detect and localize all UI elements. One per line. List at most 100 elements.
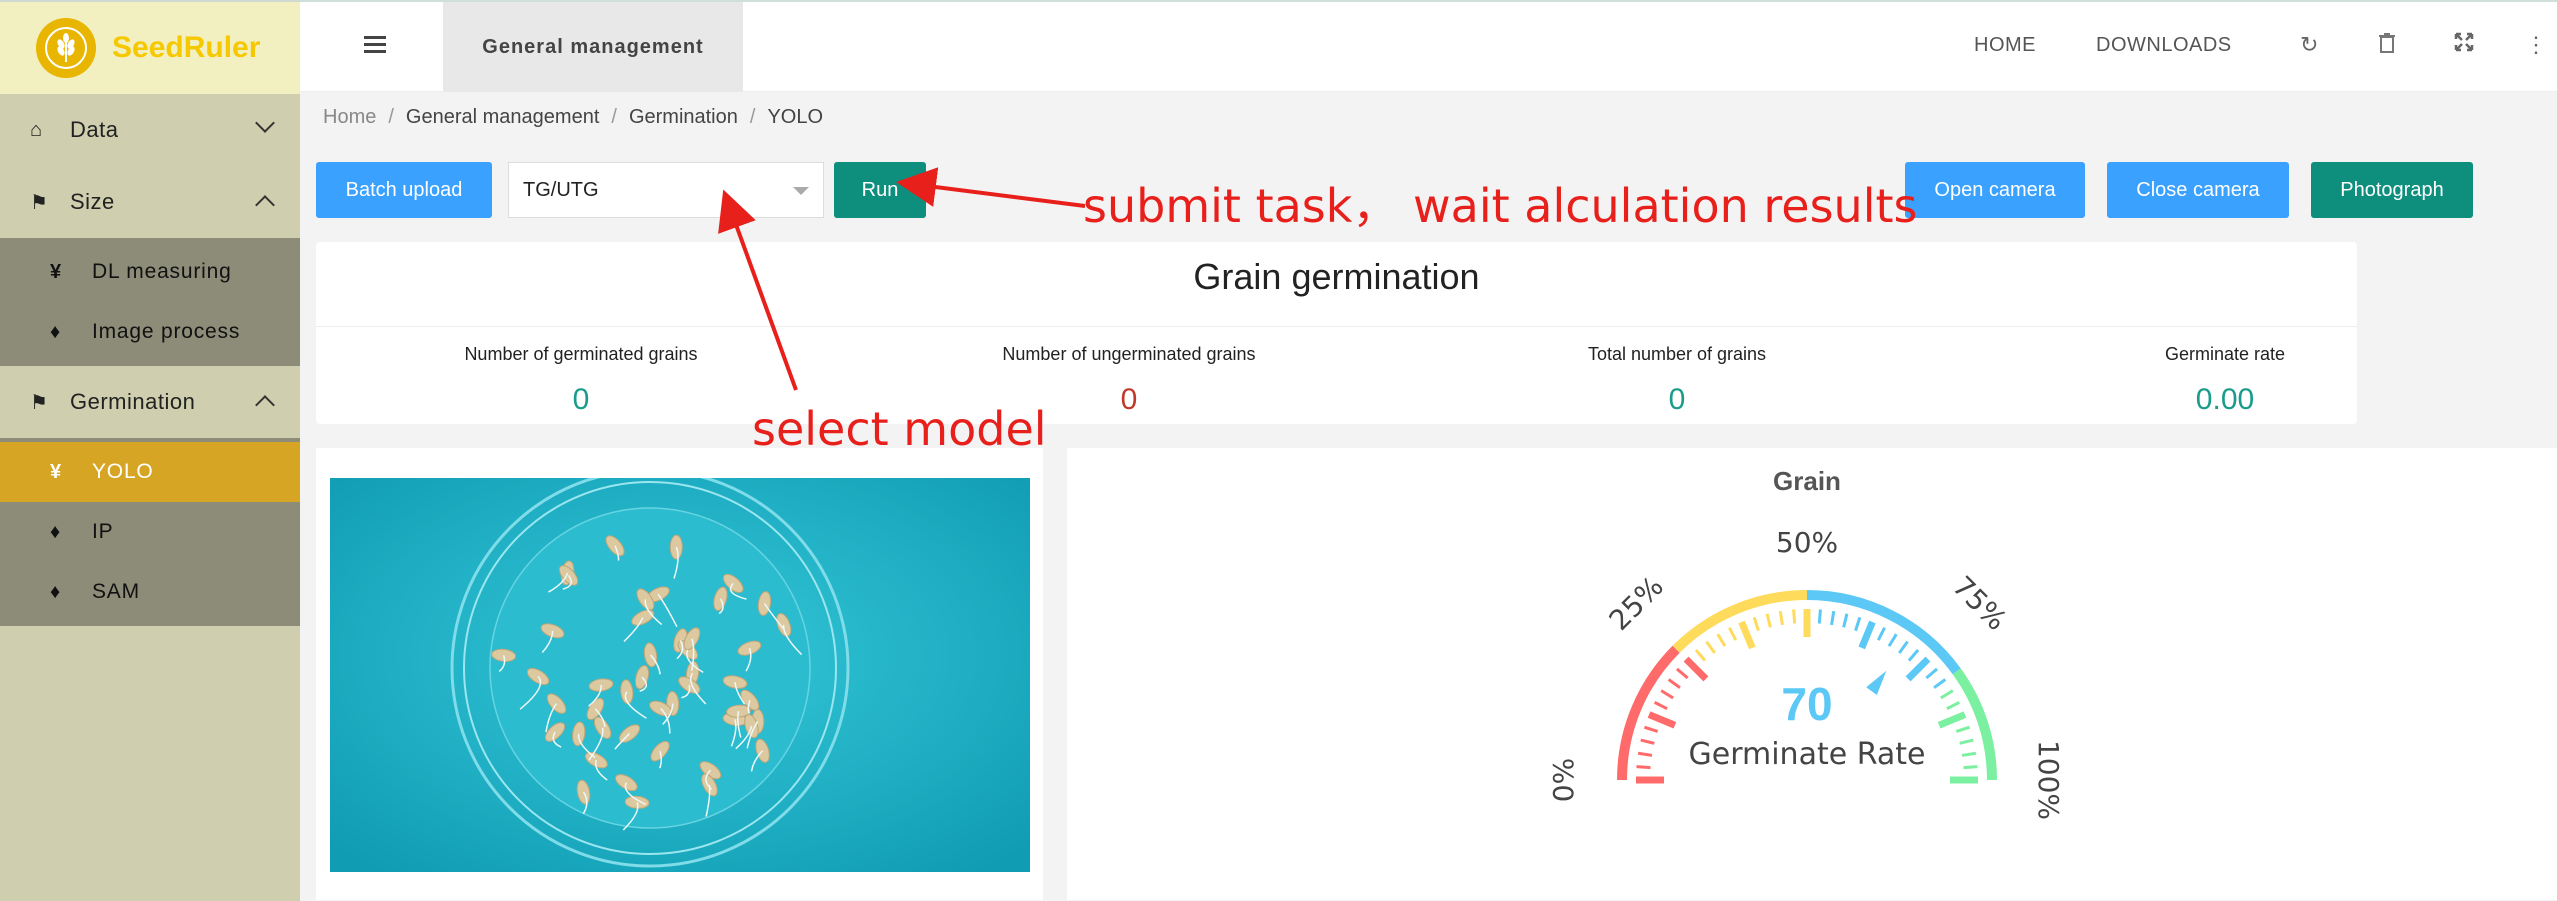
refresh-icon[interactable]: ↻ <box>2300 32 2318 58</box>
gauge-tick-mark <box>1752 616 1760 632</box>
gauge-tick-mark <box>1660 689 1674 700</box>
photograph-button[interactable]: Photograph <box>2311 162 2473 218</box>
stat-label: Germinate rate <box>2164 344 2286 364</box>
stat-rate: Germinate rate 0.00 <box>1970 328 2480 417</box>
fullscreen-icon[interactable] <box>2454 32 2474 58</box>
gauge-tick-mark <box>1643 725 1659 733</box>
gauge-tick-mark <box>1817 609 1822 624</box>
breadcrumb-yolo: YOLO <box>767 106 824 128</box>
sidebar-item-yolo[interactable]: ¥ YOLO <box>0 442 300 502</box>
gauge-tick-0: 0% <box>1547 758 1580 802</box>
model-select[interactable]: TG/UTG <box>508 162 824 218</box>
gauge-title: Grain <box>1773 466 1841 496</box>
stat-label: Number of germinated grains <box>464 344 698 364</box>
breadcrumb-home[interactable]: Home <box>323 106 376 128</box>
close-camera-button[interactable]: Close camera <box>2107 162 2289 218</box>
more-icon[interactable]: ⋮ <box>2525 32 2547 58</box>
gauge-tick-mark <box>1937 711 1967 729</box>
currency-icon: ¥ <box>50 260 62 283</box>
gauge-tick-mark <box>1667 678 1681 689</box>
sidebar-group-data[interactable]: ⌂ Data <box>0 94 300 166</box>
gauge-tick-mark <box>1907 648 1920 662</box>
gauge-tick-mark <box>1830 610 1836 626</box>
gauge-tick-mark <box>1653 701 1668 711</box>
top-header: General management HOME DOWNLOADS ↻ ⋮ <box>300 0 2557 92</box>
gauge-tick-mark <box>1640 738 1655 745</box>
stat-label: Number of ungerminated grains <box>1002 344 1256 364</box>
gauge-tick-mark <box>1792 609 1797 624</box>
gauge-band <box>1952 668 1997 781</box>
germinate-rate-gauge: Grain 50% 25% 75% 0% 100% 70 Germinate R… <box>1547 466 2065 820</box>
gauge-tick-mark <box>1946 701 1961 711</box>
home-link[interactable]: HOME <box>1974 34 2036 57</box>
gauge-value: 70 <box>1781 678 1832 730</box>
sidebar-item-image-process[interactable]: ♦ Image process <box>0 302 300 362</box>
sidebar-group-label: Data <box>70 117 119 142</box>
gauge-tick-mark <box>1647 711 1677 729</box>
downloads-link[interactable]: DOWNLOADS <box>2096 34 2232 57</box>
gauge-tick-mark <box>1716 633 1727 647</box>
gauge-tick-mark <box>1842 613 1849 628</box>
stat-value: 0.00 <box>2195 383 2255 416</box>
breadcrumb-general-management[interactable]: General management <box>406 106 599 128</box>
brand[interactable]: SeedRuler <box>0 0 300 94</box>
stat-label: Total number of grains <box>1587 344 1767 364</box>
tags-icon: ♦ <box>50 580 62 603</box>
batch-upload-button[interactable]: Batch upload <box>316 162 492 218</box>
menu-toggle-icon[interactable] <box>364 36 386 57</box>
home-icon: ⌂ <box>30 118 43 141</box>
gauge-tick-mark <box>1955 725 1971 733</box>
sidebar-submenu-germination: ¥ YOLO ♦ IP ♦ SAM <box>0 438 300 626</box>
breadcrumb-germination[interactable]: Germination <box>629 106 738 128</box>
stat-total: Total number of grains 0 <box>1422 328 1932 417</box>
sidebar-item-dl-measuring[interactable]: ¥ DL measuring <box>0 242 300 302</box>
sidebar-item-sam[interactable]: ♦ SAM <box>0 562 300 622</box>
gauge-tick-mark <box>1905 656 1931 682</box>
gauge-tick-mark <box>1959 738 1974 745</box>
sidebar-item-ip[interactable]: ♦ IP <box>0 502 300 562</box>
sidebar-item-label: YOLO <box>92 460 154 483</box>
gauge-tick-mark <box>1637 751 1653 757</box>
gauge-tick-mark <box>1636 765 1651 770</box>
gauge-tick-mark <box>1961 751 1977 757</box>
caret-down-icon <box>793 187 809 195</box>
currency-icon: ¥ <box>50 460 62 483</box>
flag-icon: ⚑ <box>30 191 49 214</box>
open-camera-button[interactable]: Open camera <box>1905 162 2085 218</box>
gauge-tick-25: 25% <box>1603 570 1670 637</box>
gauge-tick-100: 100% <box>2032 740 2065 820</box>
gauge-panel: Grain 50% 25% 75% 0% 100% 70 Germinate R… <box>1067 448 2557 900</box>
sidebar-item-label: DL measuring <box>92 260 232 283</box>
gauge-tick-mark <box>1675 667 1689 680</box>
sidebar-group-size[interactable]: ⚑ Size <box>0 166 300 238</box>
gauge-tick-mark <box>1705 640 1716 654</box>
sidebar-submenu-size: ¥ DL measuring ♦ Image process <box>0 238 300 366</box>
annotation-submit: submit task， wait alculation results <box>1083 179 1918 233</box>
panel-title: Grain germination <box>1193 256 1480 297</box>
gauge-tick-50: 50% <box>1776 526 1838 559</box>
gauge-tick-mark <box>1854 616 1862 632</box>
gauge-tick-mark <box>1858 620 1876 650</box>
sidebar-item-label: IP <box>92 520 114 543</box>
gauge-tick-mark <box>1887 633 1898 647</box>
gauge-pointer <box>1866 670 1887 696</box>
chevron-up-icon <box>255 395 275 415</box>
flag-icon: ⚑ <box>30 391 49 414</box>
grain-germination-panel: Grain germination Number of germinated g… <box>316 242 2357 424</box>
stat-value: 0 <box>1668 383 1686 416</box>
gauge-tick-mark <box>1738 620 1756 650</box>
gauge-tick-mark <box>1765 613 1772 628</box>
brand-name: SeedRuler <box>112 31 261 64</box>
tags-icon: ♦ <box>50 320 62 343</box>
tags-icon: ♦ <box>50 520 62 543</box>
sidebar-item-label: Image process <box>92 320 241 343</box>
gauge-tick-mark <box>1963 765 1978 770</box>
breadcrumb: Home / General management / Germination / YOLO <box>323 106 824 128</box>
gauge-tick-mark <box>1778 610 1784 626</box>
image-panel <box>316 448 1043 900</box>
trash-icon[interactable] <box>2378 32 2396 60</box>
sidebar-group-germination[interactable]: ⚑ Germination <box>0 366 300 438</box>
run-button[interactable]: Run <box>834 162 926 218</box>
annotation-select-model: select model <box>752 402 1047 456</box>
tab-general-management[interactable]: General management <box>443 2 743 92</box>
